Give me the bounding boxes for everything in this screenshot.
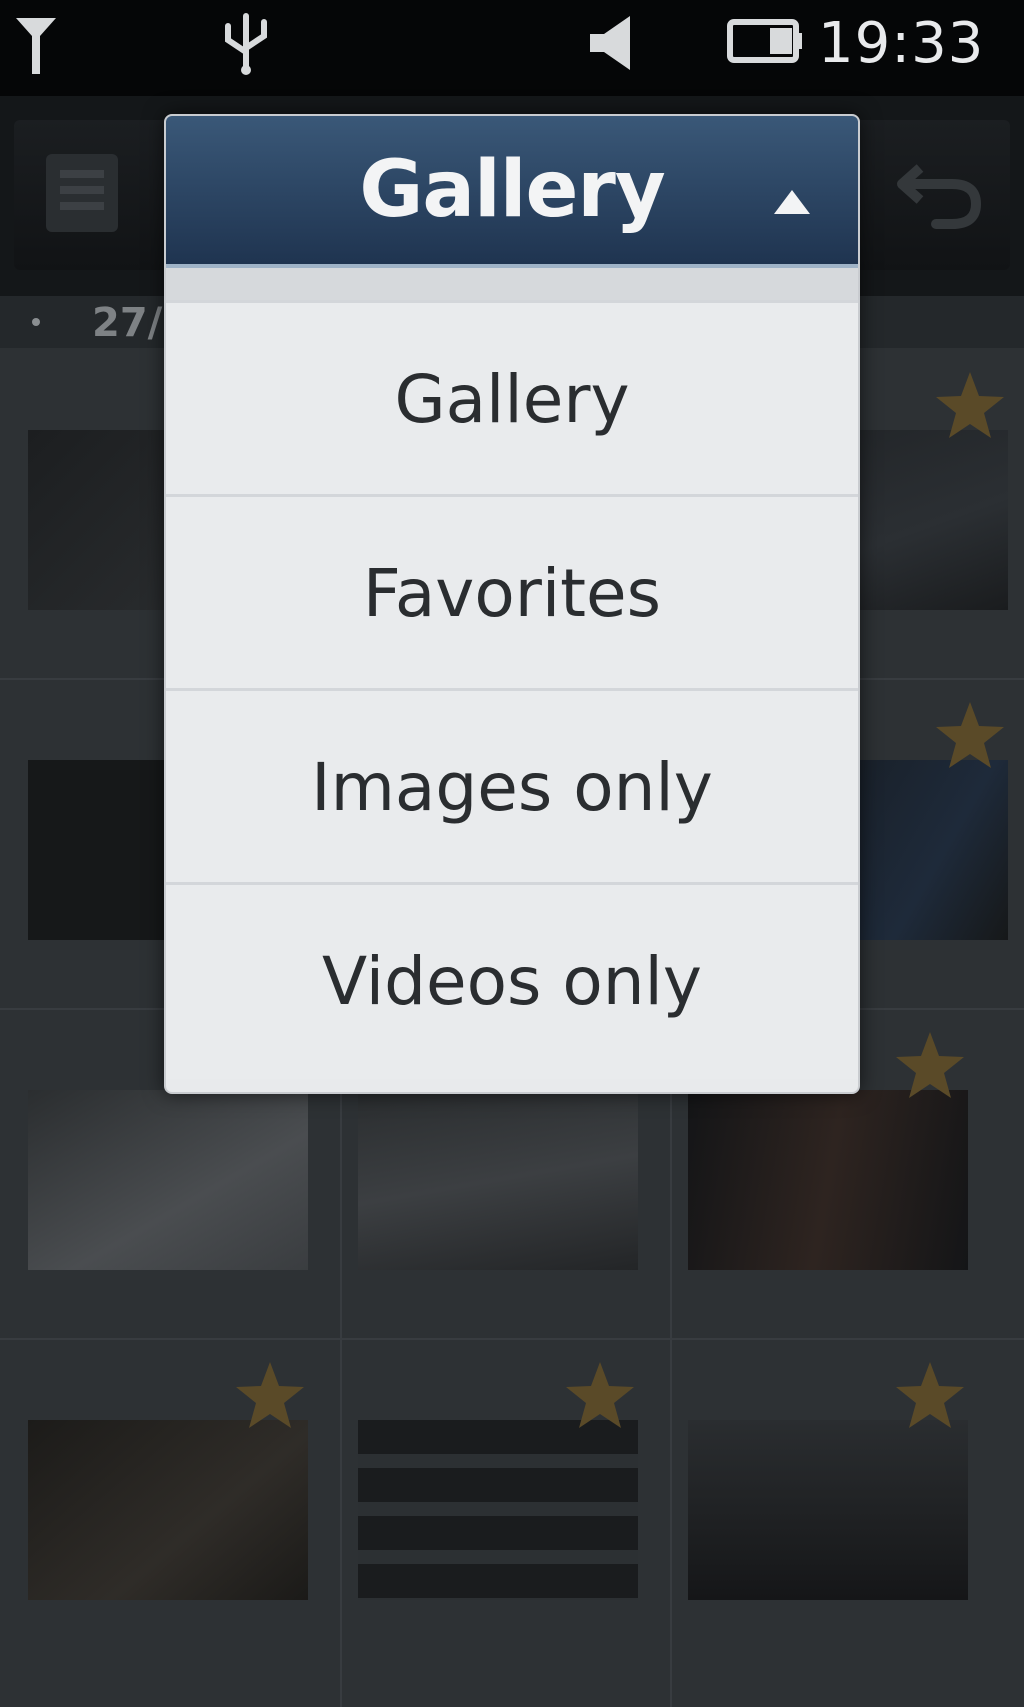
date-bullet xyxy=(32,318,40,326)
favorite-star-icon xyxy=(936,372,1004,438)
dropdown-option-favorites[interactable]: Favorites xyxy=(166,494,858,691)
back-icon[interactable] xyxy=(890,154,986,234)
dropdown-header[interactable]: Gallery xyxy=(166,116,858,268)
dropdown-option-gallery[interactable]: Gallery xyxy=(166,300,858,497)
date-label: 27/ xyxy=(92,300,163,346)
clock-time: 19:33 xyxy=(818,11,985,76)
dropdown-option-videos-only[interactable]: Videos only xyxy=(166,882,858,1079)
status-bar: 19:33 xyxy=(0,0,1024,96)
dropdown-option-images-only[interactable]: Images only xyxy=(166,688,858,885)
favorite-star-icon xyxy=(566,1362,634,1428)
dropdown-divider xyxy=(166,268,858,300)
dropdown-selected-value[interactable]: Gallery xyxy=(166,116,858,264)
thumbnail[interactable] xyxy=(0,1338,310,1643)
favorite-star-icon xyxy=(936,702,1004,768)
favorite-star-icon xyxy=(896,1032,964,1098)
usb-icon xyxy=(225,13,267,75)
menu-icon[interactable] xyxy=(44,152,120,234)
volume-icon xyxy=(590,16,630,70)
filter-dropdown[interactable]: Gallery Gallery Favorites Images only Vi… xyxy=(164,114,860,1094)
favorite-star-icon xyxy=(236,1362,304,1428)
thumbnail[interactable] xyxy=(330,1338,640,1643)
signal-icon xyxy=(16,18,56,74)
chevron-up-icon[interactable] xyxy=(772,188,812,216)
favorite-star-icon xyxy=(896,1362,964,1428)
battery-icon xyxy=(727,19,802,63)
thumbnail[interactable] xyxy=(660,1338,970,1643)
